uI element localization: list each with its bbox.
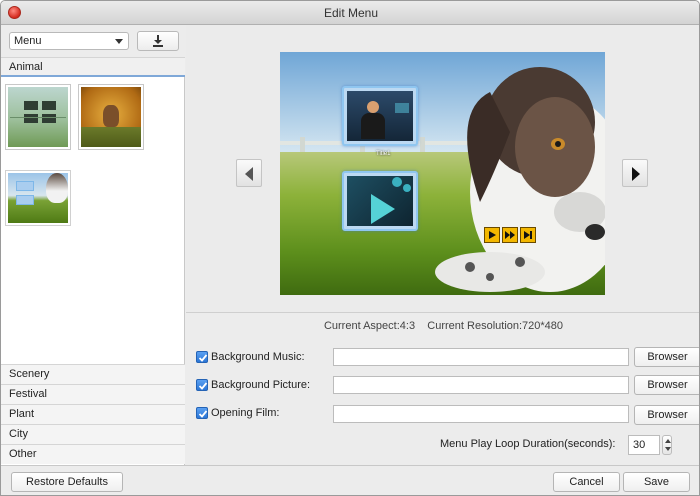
download-button[interactable]	[137, 31, 179, 51]
opening-film-label: Opening Film:	[211, 407, 280, 419]
template-thumbnail-image	[81, 87, 141, 147]
title-thumbnail-image	[347, 91, 413, 141]
chevron-down-icon	[115, 39, 123, 44]
chevron-down-icon	[665, 447, 671, 451]
arrow-right-icon	[632, 167, 640, 181]
template-thumbnail-image	[8, 87, 68, 147]
loop-duration-input[interactable]: 30	[628, 435, 660, 455]
loop-duration-stepper[interactable]	[662, 435, 672, 455]
menu-settings: Background Music: Browser Background Pic…	[186, 338, 699, 465]
template-thumbnail[interactable]	[5, 84, 71, 150]
template-toolbar: Menu	[1, 25, 185, 57]
category-scenery[interactable]: Scenery	[1, 364, 185, 384]
arrow-left-icon	[245, 167, 253, 181]
opening-film-checkbox[interactable]	[196, 407, 208, 419]
preview-dog	[435, 67, 605, 292]
loop-duration-label: Menu Play Loop Duration(seconds):	[440, 438, 616, 450]
template-thumbnail[interactable]	[78, 84, 144, 150]
template-type-value: Menu	[14, 35, 42, 47]
template-thumbnail-image	[8, 173, 68, 223]
checkmark-icon	[198, 382, 208, 390]
playback-controls	[484, 227, 536, 243]
next-button[interactable]	[622, 159, 648, 187]
fast-forward-icon	[505, 231, 515, 239]
background-music-field[interactable]	[333, 348, 629, 366]
background-picture-field[interactable]	[333, 376, 629, 394]
background-picture-browse-button[interactable]: Browser	[634, 375, 699, 395]
chapter-thumbnail-image	[347, 176, 413, 226]
category-city[interactable]: City	[1, 424, 185, 444]
chevron-up-icon	[665, 439, 671, 443]
template-thumbnail-selected[interactable]	[5, 170, 71, 226]
category-festival[interactable]: Festival	[1, 384, 185, 404]
background-picture-label: Background Picture:	[211, 379, 311, 391]
category-list: Scenery Festival Plant City Other	[1, 364, 185, 464]
prev-button[interactable]	[236, 159, 262, 187]
download-icon	[153, 35, 163, 47]
title-bar: Edit Menu	[1, 1, 699, 25]
cancel-button[interactable]: Cancel	[553, 472, 620, 492]
background-music-row: Background Music: Browser	[196, 347, 699, 368]
template-panel: Menu Animal Scenery Festival Plant City …	[1, 25, 185, 465]
menu-title-thumbnail[interactable]	[342, 86, 418, 146]
edit-menu-window: Edit Menu Menu Animal Scenery Festival P…	[0, 0, 700, 496]
background-music-browse-button[interactable]: Browser	[634, 347, 699, 367]
checkmark-icon	[198, 354, 208, 362]
category-other[interactable]: Other	[1, 444, 185, 464]
play-icon	[489, 231, 496, 239]
restore-defaults-button[interactable]: Restore Defaults	[11, 472, 123, 492]
menu-preview-area: Title1	[186, 25, 699, 312]
play-button[interactable]	[484, 227, 500, 243]
background-music-checkbox[interactable]	[196, 351, 208, 363]
menu-chapter-thumbnail[interactable]	[342, 171, 418, 231]
category-animal[interactable]: Animal	[1, 57, 185, 77]
category-plant[interactable]: Plant	[1, 404, 185, 424]
aspect-resolution-info: Current Aspect:4:3 Current Resolution:72…	[186, 312, 699, 338]
template-type-select[interactable]: Menu	[9, 32, 129, 50]
opening-film-field[interactable]	[333, 405, 629, 423]
menu-preview-canvas: Title1	[280, 52, 605, 295]
window-title: Edit Menu	[323, 6, 379, 20]
background-music-label: Background Music:	[211, 351, 305, 363]
background-picture-row: Background Picture: Browser	[196, 375, 699, 396]
checkmark-icon	[198, 410, 208, 418]
skip-end-icon	[524, 231, 532, 239]
skip-end-button[interactable]	[520, 227, 536, 243]
dialog-footer: Restore Defaults Cancel Save	[1, 465, 699, 495]
save-button[interactable]: Save	[623, 472, 690, 492]
background-picture-checkbox[interactable]	[196, 379, 208, 391]
opening-film-row: Opening Film: Browser	[196, 404, 699, 425]
opening-film-browse-button[interactable]: Browser	[634, 405, 699, 425]
menu-item-title[interactable]: Title1	[376, 151, 390, 157]
fast-forward-button[interactable]	[502, 227, 518, 243]
